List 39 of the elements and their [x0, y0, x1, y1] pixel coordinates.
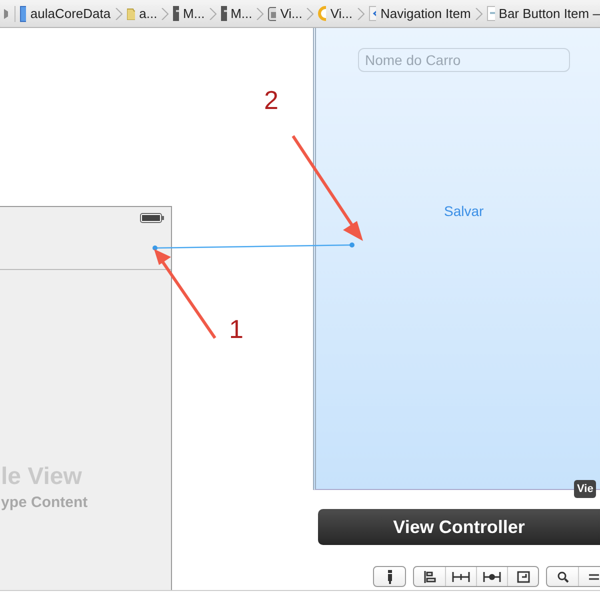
- scene-label[interactable]: View Controller: [318, 509, 600, 545]
- center-icon: [483, 572, 501, 582]
- chevron-icon: [356, 8, 365, 20]
- menu-icon: [589, 572, 599, 580]
- chevron-icon: [256, 8, 264, 20]
- breadcrumb-item[interactable]: aulaCoreData: [30, 6, 111, 21]
- bar-button-icon: [486, 6, 495, 21]
- breadcrumb-item[interactable]: Navigation Item: [380, 6, 471, 21]
- chevron-icon: [114, 8, 123, 20]
- breadcrumb-item[interactable]: a...: [139, 6, 158, 21]
- play-icon[interactable]: [3, 8, 8, 20]
- pin-icon: [386, 570, 392, 584]
- battery-icon: [140, 213, 164, 223]
- search-icon: [556, 570, 568, 582]
- folder-icon: [126, 7, 136, 20]
- breadcrumb-item[interactable]: Vi...: [280, 6, 302, 21]
- toolbar-button[interactable]: [578, 567, 600, 586]
- annotation-number: 1: [229, 314, 244, 345]
- file-icon: [173, 6, 180, 21]
- table-view-subtitle: ype Content: [1, 494, 88, 511]
- back-arrow-icon: [368, 6, 376, 21]
- breadcrumb-item[interactable]: M...: [183, 6, 205, 21]
- text-field[interactable]: Nome do Carro: [358, 48, 570, 72]
- chevron-icon: [306, 8, 314, 20]
- chevron-icon: [161, 8, 170, 20]
- frame-icon: [516, 570, 530, 582]
- breadcrumb-item[interactable]: Vi...: [330, 6, 353, 21]
- separator-icon: [12, 6, 16, 22]
- project-icon: [20, 6, 26, 22]
- breadcrumb-item[interactable]: M...: [230, 6, 252, 21]
- spacing-icon: [452, 572, 470, 582]
- annotation-number: 2: [264, 85, 278, 116]
- file-icon: [220, 6, 227, 21]
- breadcrumb-item[interactable]: Bar Button Item –: [498, 6, 600, 21]
- scene-icon: [268, 6, 276, 20]
- align-icon: [424, 570, 436, 582]
- chevron-icon: [208, 8, 217, 20]
- tooltip: Vie: [574, 480, 596, 498]
- chevron-icon: [474, 8, 483, 20]
